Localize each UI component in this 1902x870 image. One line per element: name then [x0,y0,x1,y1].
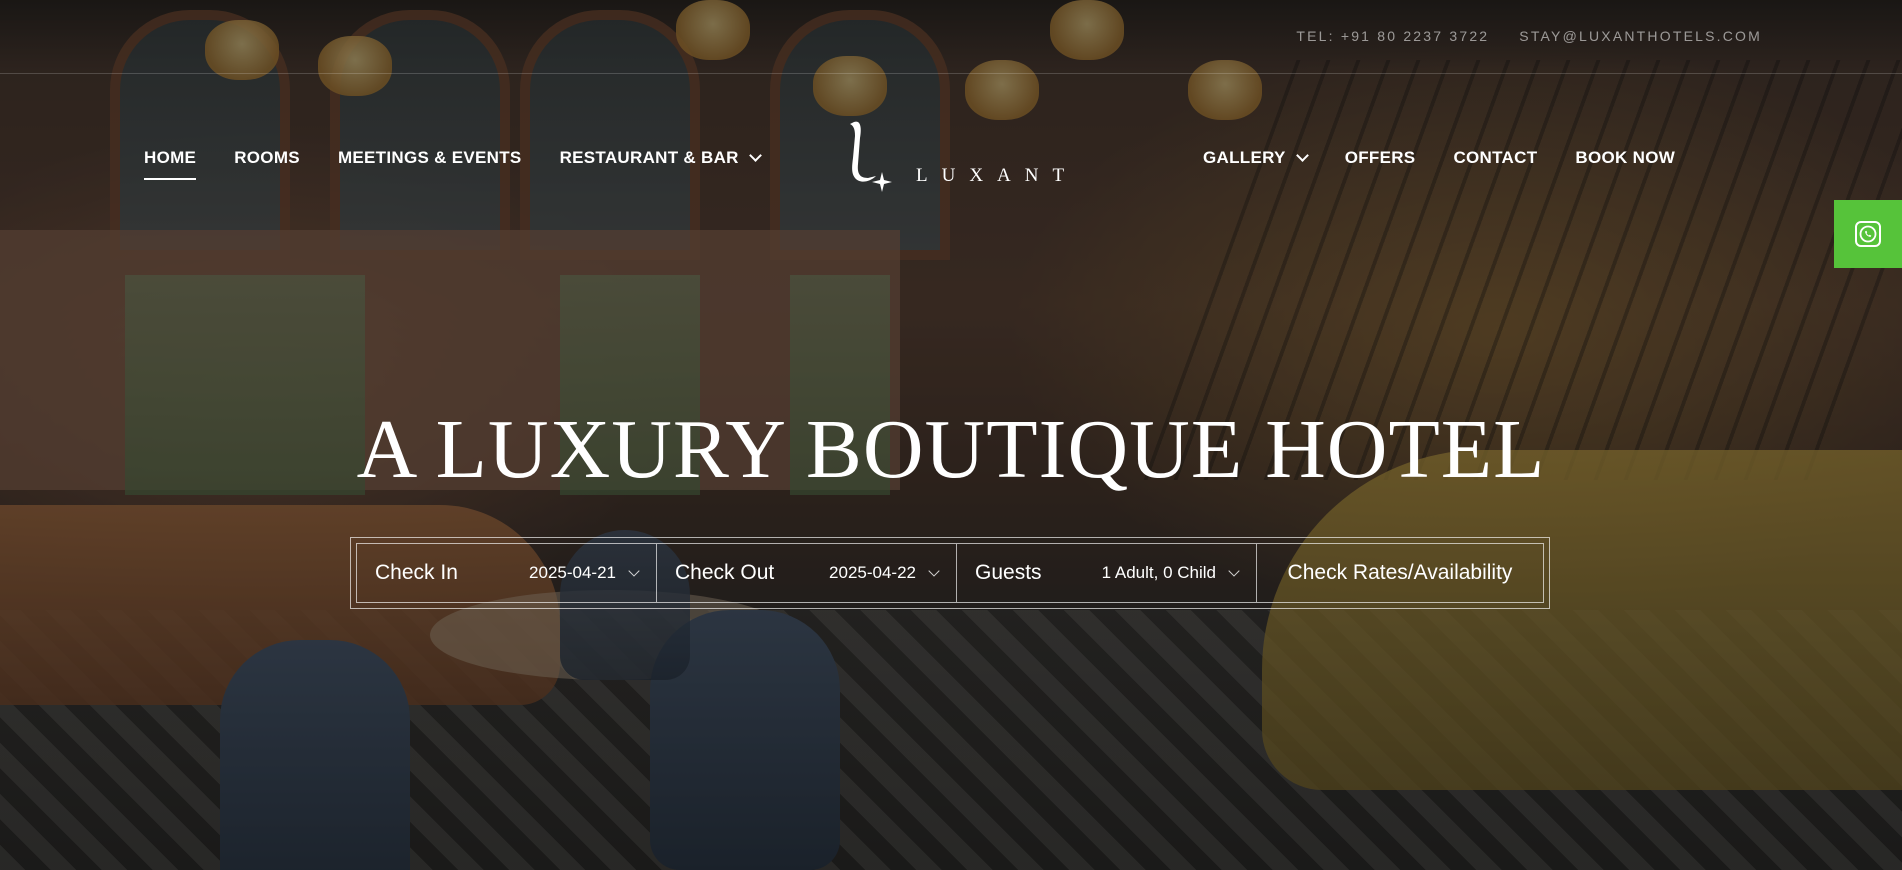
nav-offers-label: OFFERS [1344,148,1416,167]
check-in-field[interactable]: Check In 2025-04-21 [357,544,657,602]
nav-book-now[interactable]: BOOK NOW [1575,148,1675,168]
check-in-value: 2025-04-21 [529,563,616,582]
logo-mark-icon [850,121,892,192]
nav-home-label: HOME [144,148,197,167]
check-rates-button[interactable]: Check Rates/Availability [1257,544,1543,602]
nav-gallery-label: GALLERY [1203,148,1286,167]
main-nav-right: GALLERY OFFERS CONTACT BOOK NOW [1203,148,1713,168]
nav-meetings-events[interactable]: MEETINGS & EVENTS [338,148,522,168]
chevron-down-icon [928,564,940,577]
guests-label: Guests [975,561,1042,584]
check-out-field[interactable]: Check Out 2025-04-22 [657,544,957,602]
nav-meetings-events-label: MEETINGS & EVENTS [337,148,522,167]
nav-contact-label: CONTACT [1453,148,1538,167]
chevron-down-icon [1228,564,1240,577]
nav-gallery[interactable]: GALLERY [1203,148,1309,168]
whatsapp-icon [1855,221,1881,247]
check-in-label: Check In [375,561,458,584]
phone-link[interactable]: TEL: +91 80 2237 3722 [1296,28,1489,44]
nav-book-now-label: BOOK NOW [1575,148,1676,167]
nav-restaurant-bar[interactable]: RESTAURANT & BAR [559,148,762,168]
main-nav-left: HOME ROOMS MEETINGS & EVENTS RESTAURANT … [144,148,798,180]
guests-field[interactable]: Guests 1 Adult, 0 Child [957,544,1257,602]
nav-restaurant-bar-label: RESTAURANT & BAR [559,148,739,167]
luxant-logo[interactable]: LUXANT [846,118,1071,200]
email-link[interactable]: STAY@LUXANTHOTELS.COM [1519,28,1762,44]
nav-contact[interactable]: CONTACT [1453,148,1537,168]
guests-value: 1 Adult, 0 Child [1101,563,1216,582]
chevron-down-icon [1295,149,1309,162]
check-out-value: 2025-04-22 [829,563,916,582]
whatsapp-button[interactable] [1834,200,1902,268]
contact-info: TEL: +91 80 2237 3722 STAY@LUXANTHOTELS.… [1296,28,1762,44]
nav-rooms-label: ROOMS [234,148,300,167]
top-bar: TEL: +91 80 2237 3722 STAY@LUXANTHOTELS.… [0,0,1902,74]
check-out-label: Check Out [675,561,775,584]
logo-text: LUXANT [916,165,1079,186]
booking-widget: Check In 2025-04-21 Check Out 2025-04-22… [350,537,1550,609]
nav-rooms[interactable]: ROOMS [234,148,300,168]
nav-offers[interactable]: OFFERS [1345,148,1416,168]
nav-home[interactable]: HOME [144,148,197,180]
hero-headline: A LUXURY BOUTIQUE HOTEL [356,403,1546,496]
booking-form: Check In 2025-04-21 Check Out 2025-04-22… [356,543,1544,603]
chevron-down-icon [628,564,640,577]
chevron-down-icon [748,149,762,162]
